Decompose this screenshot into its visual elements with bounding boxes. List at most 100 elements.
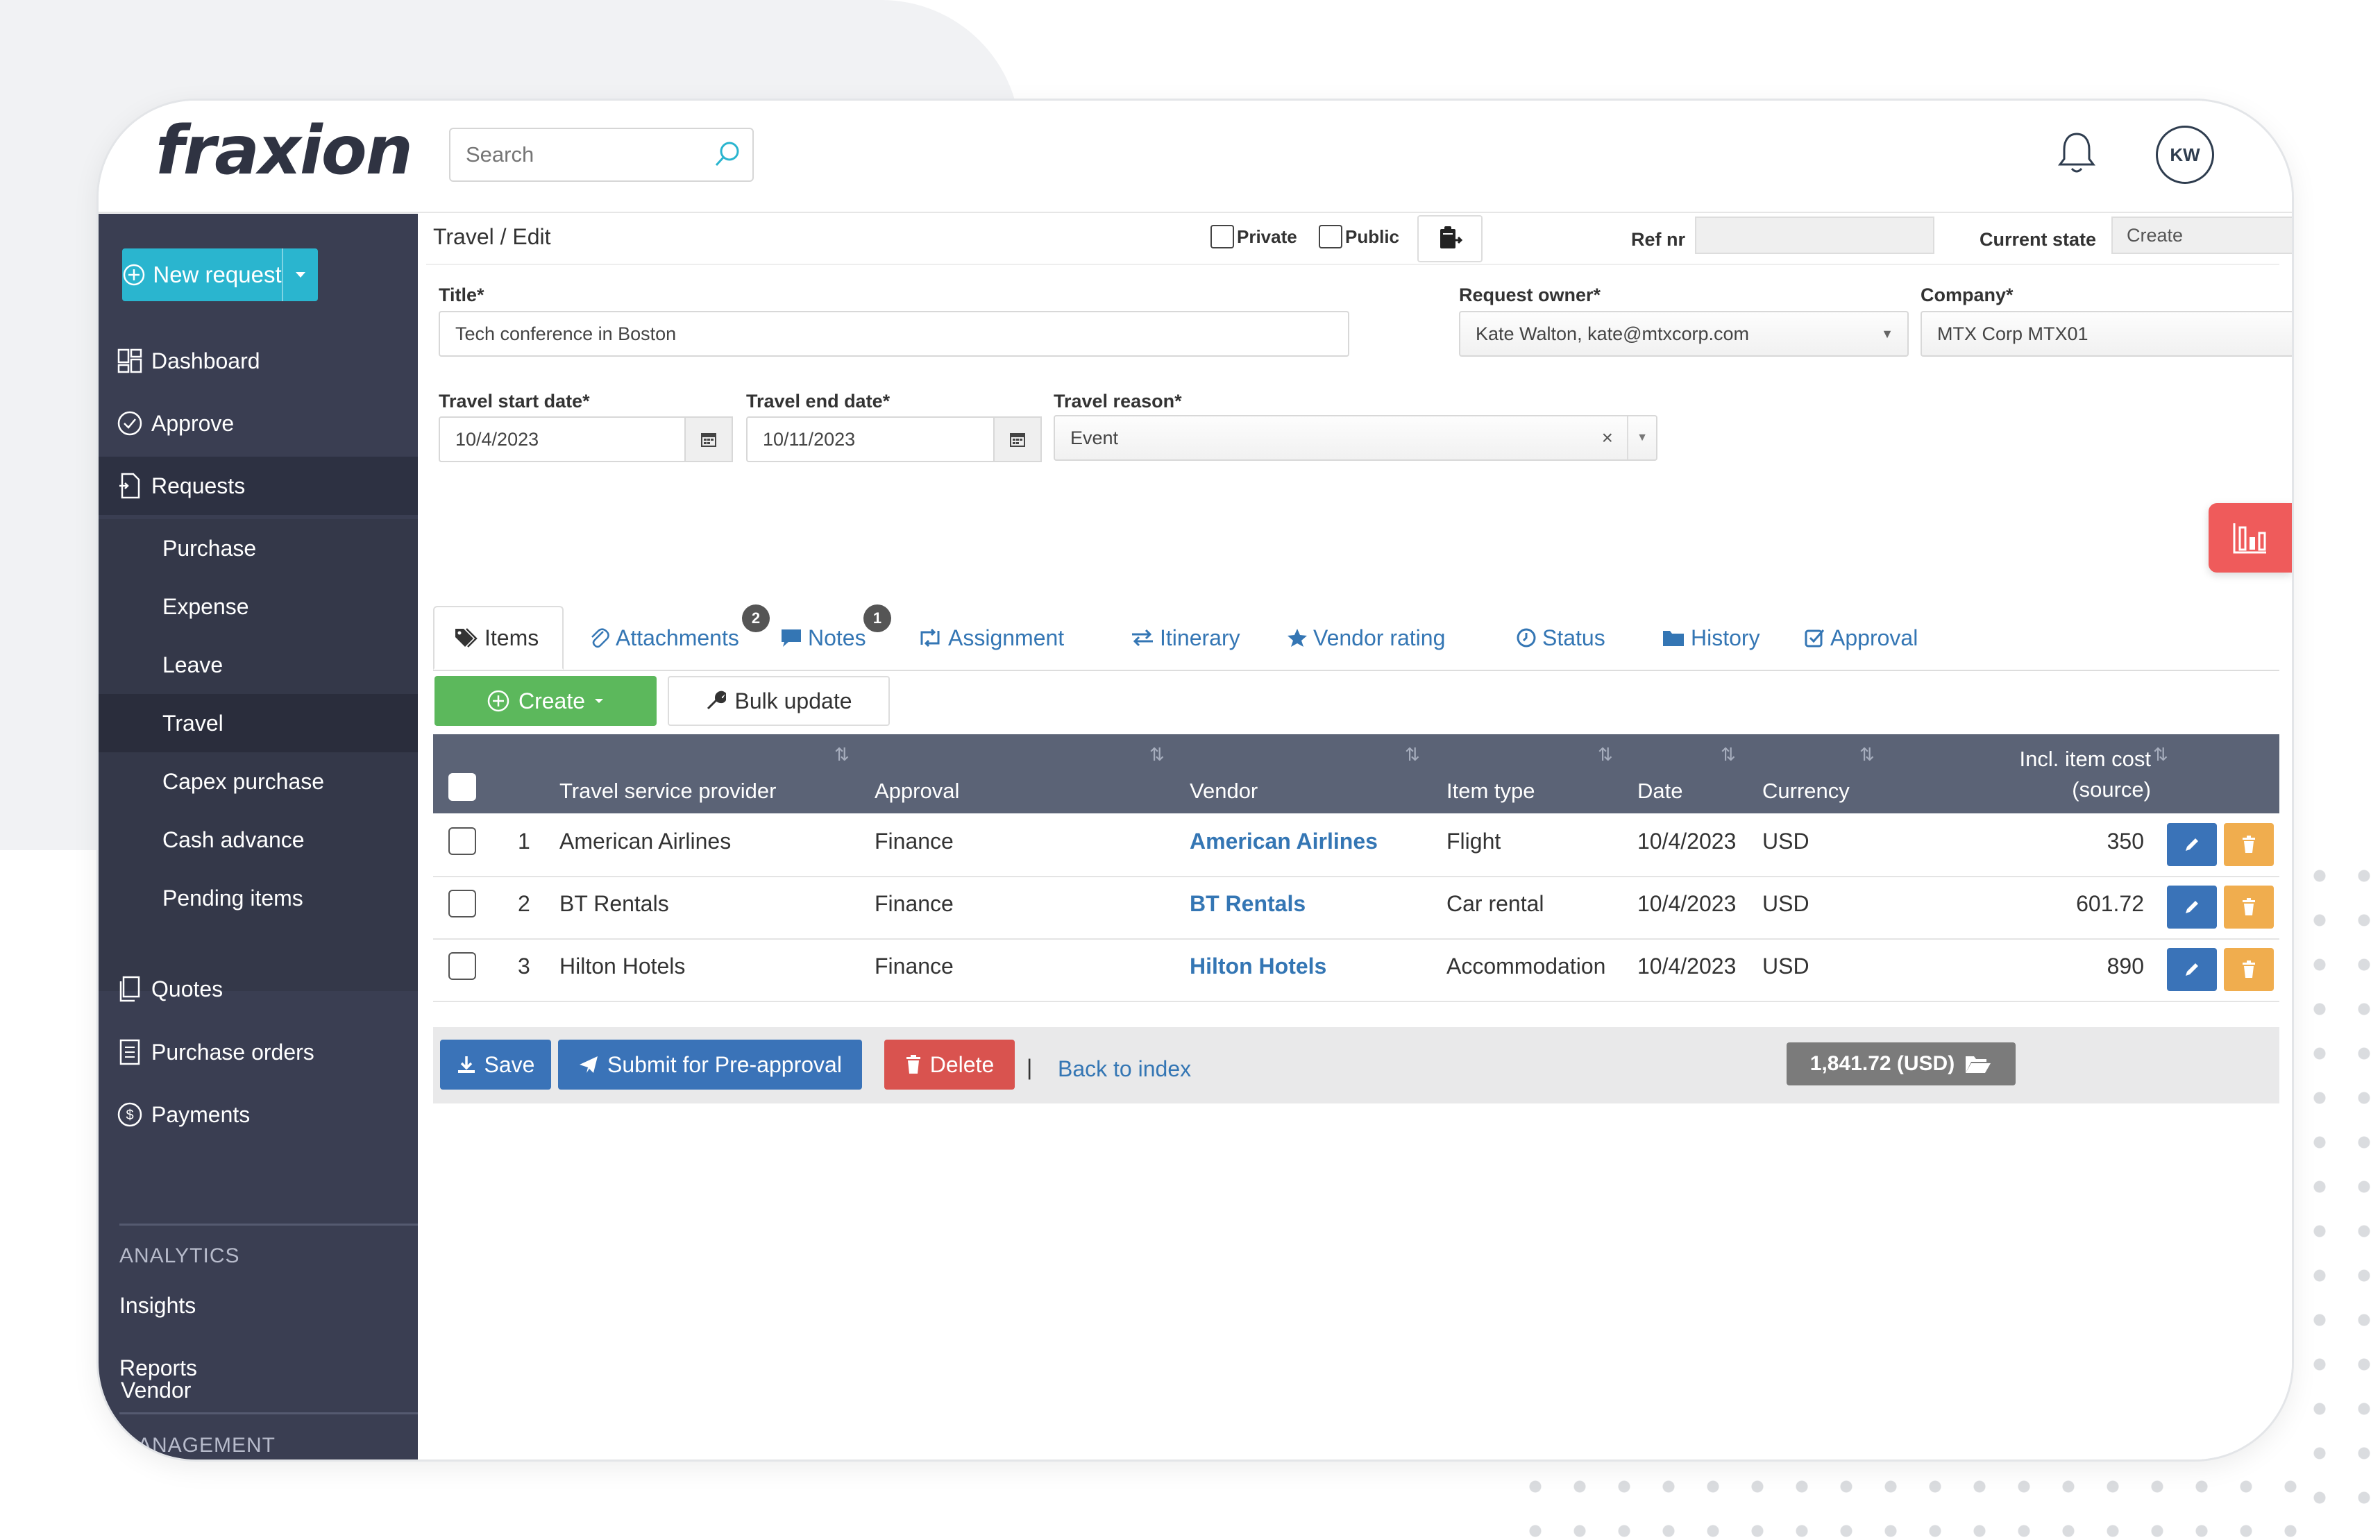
delete-row-button[interactable] [2224,823,2274,866]
sidebar-item-purchase[interactable]: Purchase [99,519,418,577]
delete-button[interactable]: Delete [884,1040,1015,1090]
sidebar-item-purchase-orders[interactable]: Purchase orders [99,1023,418,1081]
edit-row-button[interactable] [2167,823,2217,866]
chevron-down-icon[interactable]: ▼ [1627,416,1656,459]
bulk-update-button[interactable]: Bulk update [668,676,890,726]
travel-start-input[interactable]: 10/4/2023 [439,416,686,462]
tab-assignment[interactable]: Assignment [918,606,1064,670]
row-checkbox[interactable] [448,952,476,980]
user-avatar[interactable]: KW [2156,126,2214,184]
row-number: 1 [518,829,530,854]
private-checkbox[interactable] [1210,225,1234,248]
delete-label: Delete [929,1051,995,1077]
col-header-item-type[interactable]: Item type [1446,779,1535,804]
back-to-index-link[interactable]: Back to index [1058,1056,1191,1082]
delete-row-button[interactable] [2224,948,2274,991]
sort-icon[interactable]: ⇅ [1598,744,1613,765]
col-header-currency[interactable]: Currency [1762,779,1850,804]
sidebar-item-capex-purchase[interactable]: Capex purchase [99,752,418,811]
analytics-float-button[interactable] [2209,503,2292,573]
sort-icon[interactable]: ⇅ [1149,744,1165,765]
submit-preapproval-button[interactable]: Submit for Pre-approval [558,1040,862,1090]
row-checkbox[interactable] [448,890,476,917]
tab-attachments[interactable]: Attachments 2 [589,604,770,670]
sidebar-item-payments[interactable]: $ Payments [99,1085,418,1144]
tab-history[interactable]: History [1662,606,1760,670]
new-request-dropdown[interactable] [283,248,318,301]
sidebar-item-dashboard[interactable]: Dashboard [99,332,418,390]
sidebar-item-cash-advance[interactable]: Cash advance [99,811,418,869]
row-checkbox[interactable] [448,827,476,855]
bulk-update-label: Bulk update [734,688,852,713]
folder-icon [1663,631,1684,646]
sort-icon[interactable]: ⇅ [2153,744,2168,765]
table-row[interactable]: 3 Hilton Hotels Finance Hilton Hotels Ac… [433,938,2279,1002]
create-label: Create [518,688,586,713]
sort-icon[interactable]: ⇅ [1859,744,1875,765]
table-row[interactable]: 1 American Airlines Finance American Air… [433,813,2279,877]
sidebar-item-expense[interactable]: Expense [99,577,418,636]
sidebar-item-quotes[interactable]: Quotes [99,960,418,1018]
sidebar-item-leave[interactable]: Leave [99,636,418,694]
sidebar-item-vendor[interactable]: Vendor [121,1378,191,1403]
table-row[interactable]: 2 BT Rentals Finance BT Rentals Car rent… [433,876,2279,940]
company-select[interactable]: MTX Corp MTX01 ▼ [1921,311,2292,357]
request-types-list: Purchase Expense Leave Travel Capex purc… [99,519,418,991]
edit-row-button[interactable] [2167,948,2217,991]
col-header-cost[interactable]: Incl. item cost (source) [1984,744,2152,805]
sidebar-item-requests[interactable]: Requests [99,457,418,515]
cell-vendor-link[interactable]: American Airlines [1190,829,1378,854]
save-button[interactable]: Save [440,1040,551,1090]
clipboard-button[interactable] [1417,215,1483,262]
dollar-circle-icon: $ [117,1101,147,1128]
travel-reason-select[interactable]: Event × ▼ [1054,415,1657,461]
ref-nr-field [1695,217,1934,254]
sidebar-item-insights[interactable]: Insights [119,1293,196,1319]
sidebar-item-approve[interactable]: Approve [99,394,418,452]
col-header-date[interactable]: Date [1637,779,1682,804]
company-label: Company* [1921,285,2014,305]
new-request-button[interactable]: New request [122,248,318,301]
cell-approval: Finance [875,829,954,854]
sort-icon[interactable]: ⇅ [834,744,850,765]
travel-end-calendar-button[interactable] [993,416,1042,462]
app-logo[interactable]: fraxion [155,112,413,189]
travel-end-input[interactable]: 10/11/2023 [746,416,995,462]
tab-itinerary[interactable]: Itinerary [1131,606,1240,670]
create-button[interactable]: Create [434,676,657,726]
cell-cost: 601.72 [2076,891,2144,916]
col-header-vendor[interactable]: Vendor [1190,779,1258,804]
tab-status[interactable]: Status [1516,606,1605,670]
col-header-approval[interactable]: Approval [875,779,959,804]
search-box[interactable] [449,128,754,182]
cell-vendor-link[interactable]: Hilton Hotels [1190,954,1326,979]
tab-approval[interactable]: Approval [1804,606,1918,670]
total-amount-badge[interactable]: 1,841.72 (USD) [1787,1042,2016,1085]
tab-label: Notes [808,625,866,650]
bell-icon[interactable] [2056,130,2098,179]
request-owner-select[interactable]: Kate Walton, kate@mtxcorp.com ▼ [1459,311,1909,357]
cell-vendor-link[interactable]: BT Rentals [1190,891,1306,917]
sidebar-item-pending-items[interactable]: Pending items [99,869,418,927]
clear-icon[interactable]: × [1602,416,1613,459]
edit-row-button[interactable] [2167,886,2217,929]
tab-items[interactable]: Items [433,606,564,670]
title-input[interactable]: Tech conference in Boston [439,311,1349,357]
delete-row-button[interactable] [2224,886,2274,929]
public-checkbox[interactable] [1319,225,1342,248]
travel-start-calendar-button[interactable] [684,416,733,462]
calendar-icon [1010,433,1025,447]
public-toggle[interactable]: Public [1319,225,1399,248]
sort-icon[interactable]: ⇅ [1405,744,1420,765]
new-request-main[interactable]: New request [122,248,283,301]
sidebar-item-travel[interactable]: Travel [99,694,418,752]
tab-vendor-rating[interactable]: Vendor rating [1287,606,1445,670]
tab-notes[interactable]: Notes 1 [780,604,891,670]
private-toggle[interactable]: Private [1210,225,1297,248]
col-header-provider[interactable]: Travel service provider [559,779,776,804]
request-owner-value: Kate Walton, kate@mtxcorp.com [1476,323,1750,344]
search-icon[interactable] [712,139,743,173]
select-all-checkbox[interactable] [448,773,476,801]
search-input[interactable] [464,142,703,168]
sort-icon[interactable]: ⇅ [1721,744,1736,765]
